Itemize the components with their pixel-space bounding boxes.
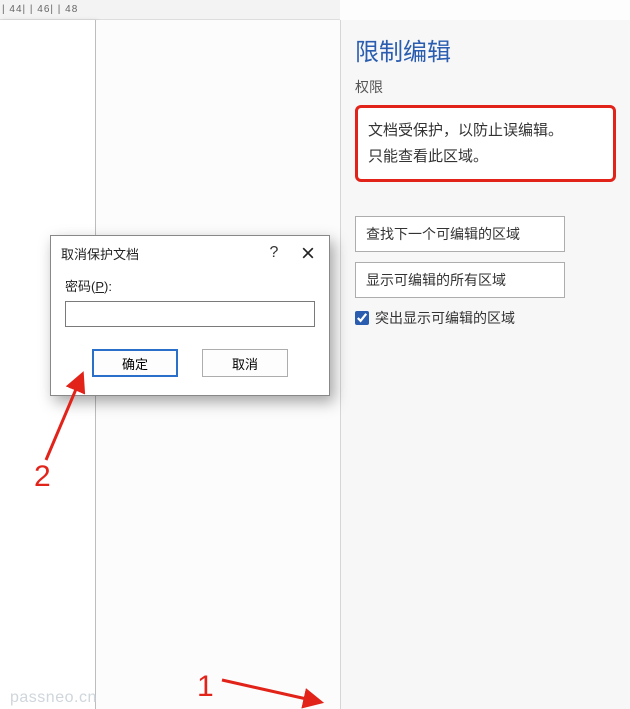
password-label-after: ):: [104, 279, 112, 294]
pane-subtitle-permissions: 权限: [355, 77, 616, 97]
close-icon: [302, 247, 314, 259]
password-label-hotkey: P: [95, 279, 104, 294]
annotation-number-1: 1: [197, 670, 214, 704]
password-input[interactable]: [65, 301, 315, 327]
ruler: | 44| | 46| | 48: [0, 0, 340, 20]
dialog-close-button[interactable]: [291, 239, 325, 267]
cancel-button[interactable]: 取消: [202, 349, 288, 377]
find-next-region-button[interactable]: 查找下一个可编辑的区域: [355, 216, 565, 252]
highlight-regions-label[interactable]: 突出显示可编辑的区域: [375, 308, 515, 328]
watermark: passneo.cn: [10, 689, 97, 707]
unprotect-document-dialog: 取消保护文档 ? 密码(P): 确定 取消: [50, 235, 330, 396]
show-all-regions-button[interactable]: 显示可编辑的所有区域: [355, 262, 565, 298]
restrict-editing-pane: 限制编辑 权限 文档受保护，以防止误编辑。 只能查看此区域。 查找下一个可编辑的…: [340, 20, 630, 709]
ruler-marks: | 44| | 46| | 48: [2, 4, 78, 15]
annotation-number-2: 2: [34, 460, 51, 494]
dialog-help-button[interactable]: ?: [257, 239, 291, 267]
dialog-titlebar[interactable]: 取消保护文档 ?: [51, 236, 329, 270]
highlight-regions-checkbox[interactable]: [355, 311, 369, 325]
protection-notice-line2: 只能查看此区域。: [368, 144, 603, 170]
protection-notice-box: 文档受保护，以防止误编辑。 只能查看此区域。: [355, 105, 616, 182]
protection-notice-line1: 文档受保护，以防止误编辑。: [368, 118, 603, 144]
pane-title: 限制编辑: [355, 32, 616, 67]
password-label: 密码(P):: [65, 276, 315, 295]
ok-button[interactable]: 确定: [92, 349, 178, 377]
password-label-before: 密码(: [65, 279, 95, 294]
dialog-title: 取消保护文档: [61, 244, 257, 263]
